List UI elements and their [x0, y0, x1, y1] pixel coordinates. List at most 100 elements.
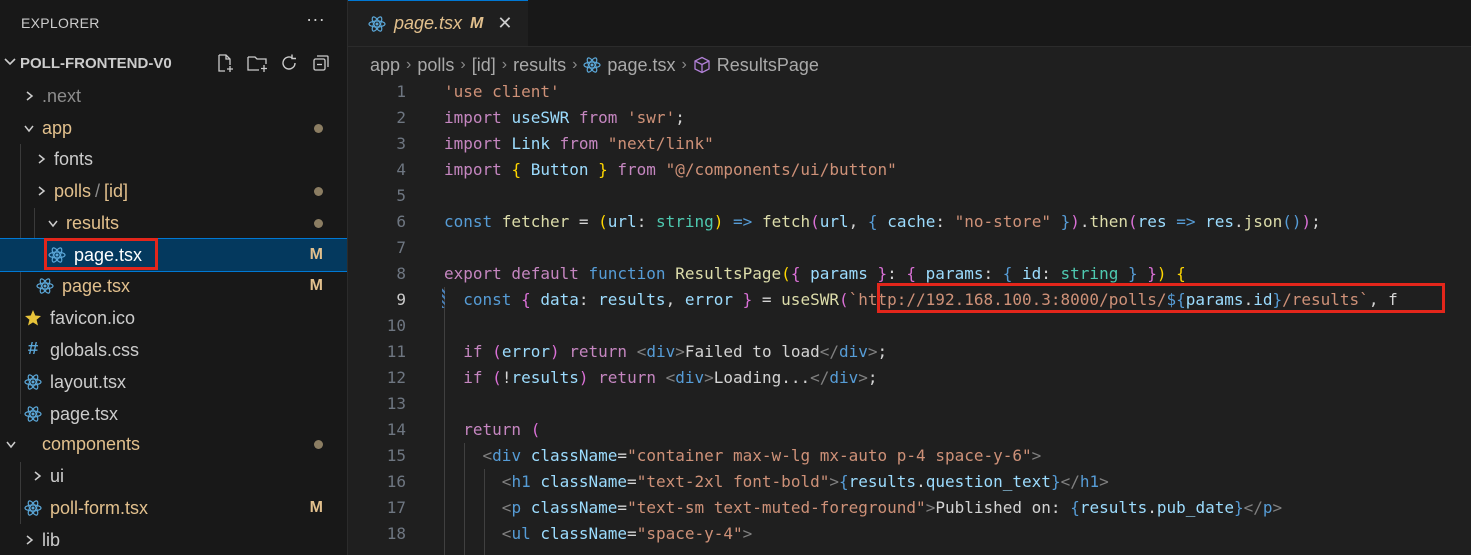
code-token: </: [810, 368, 830, 387]
code-line[interactable]: 10: [348, 313, 1471, 339]
chevron-right-icon: ›: [460, 56, 466, 73]
tree-item-poll-form[interactable]: poll-form.tsx M: [0, 492, 347, 524]
code-line[interactable]: 11 if (error) return <div>Failed to load…: [348, 339, 1471, 365]
code-line[interactable]: 3 import Link from "next/link": [348, 131, 1471, 157]
line-number: 6: [396, 212, 406, 231]
breadcrumb-item[interactable]: app: [370, 55, 400, 76]
code-line[interactable]: 13: [348, 391, 1471, 417]
close-icon[interactable]: ✕: [497, 13, 512, 34]
code-token: ): [1156, 264, 1167, 283]
code-token: ;: [877, 342, 888, 361]
code-token: const: [444, 212, 502, 231]
tree-item-components[interactable]: components: [0, 428, 347, 460]
tree-item-app-page[interactable]: page.tsx: [0, 398, 347, 430]
code-line[interactable]: 9 const { data: results, error } = useSW…: [348, 287, 1471, 313]
code-token: (): [1282, 212, 1302, 231]
chevron-right-icon: ›: [572, 56, 578, 73]
code-token: >: [858, 368, 868, 387]
code-token: div: [492, 446, 522, 465]
chevron-right-icon: ›: [501, 56, 508, 73]
code-token: >: [675, 342, 685, 361]
refresh-icon[interactable]: [279, 53, 299, 73]
code-token: div: [829, 368, 859, 387]
modified-badge: M: [309, 499, 323, 516]
code-token: className: [530, 498, 618, 517]
code-token: results: [1079, 498, 1148, 517]
code-line[interactable]: 1 'use client': [348, 79, 1471, 105]
chevron-right-icon: ›: [406, 56, 412, 73]
breadcrumb-item[interactable]: ResultsPage: [717, 55, 819, 76]
code-token: {: [1002, 264, 1022, 283]
tree-item-polls-page[interactable]: page.tsx M: [0, 270, 347, 302]
new-file-icon[interactable]: [215, 53, 235, 73]
tree-item-fonts[interactable]: fonts: [0, 143, 347, 175]
breadcrumb-item[interactable]: polls: [417, 55, 454, 76]
tree-item-globals-css[interactable]: # globals.css: [0, 334, 347, 366]
code-token: =: [627, 524, 637, 543]
code-token: ): [1301, 212, 1312, 231]
code-token: :: [935, 212, 955, 231]
code-line[interactable]: 4 import { Button } from "@/components/ui…: [348, 157, 1471, 183]
chevron-right-icon: ›: [681, 56, 687, 73]
breadcrumb-item[interactable]: page.tsx: [607, 55, 675, 76]
code-token: </: [819, 342, 839, 361]
tree-item-results-page[interactable]: page.tsx M: [0, 238, 347, 272]
code-token: }: [1137, 264, 1157, 283]
code-token: Published on:: [935, 498, 1071, 517]
code-line[interactable]: 2 import useSWR from 'swr';: [348, 105, 1471, 131]
code-line[interactable]: 7: [348, 235, 1471, 261]
code-token: , f: [1368, 290, 1398, 309]
more-actions-icon[interactable]: ···: [306, 9, 325, 30]
tree-item-label: results: [66, 212, 120, 233]
chevron-right-icon: [26, 470, 48, 482]
code-indent-guide: [464, 443, 465, 555]
chevron-down-icon: [42, 217, 64, 229]
code-token: res: [1205, 212, 1235, 231]
code-line[interactable]: 12 if (!results) return <div>Loading...<…: [348, 365, 1471, 391]
code-token: cache: [887, 212, 936, 231]
code-token: div: [675, 368, 705, 387]
code-line[interactable]: 18 <ul className="space-y-4">: [348, 521, 1471, 547]
explorer-header: EXPLORER ···: [0, 0, 347, 46]
breadcrumb-item[interactable]: results: [513, 55, 566, 76]
code-token: Button: [530, 160, 589, 179]
line-number: 14: [386, 420, 406, 439]
code-token: }: [867, 264, 888, 283]
breadcrumb-item[interactable]: [id]: [472, 55, 496, 76]
code-token: const: [463, 290, 522, 309]
tree-item-polls-id[interactable]: polls / [id]: [0, 175, 347, 207]
code-line[interactable]: 17 <p className="text-sm text-muted-fore…: [348, 495, 1471, 521]
code-line[interactable]: 15 <div className="container max-w-lg mx…: [348, 443, 1471, 469]
tree-item-app[interactable]: app: [0, 112, 347, 144]
tree-item-layout[interactable]: layout.tsx: [0, 366, 347, 398]
tree-item-label: page.tsx: [74, 244, 143, 265]
tree-item-label: ui: [50, 465, 65, 486]
code-token: then: [1089, 212, 1129, 231]
tree-item-lib[interactable]: lib: [0, 524, 347, 555]
code-token: "no-store": [954, 212, 1051, 231]
chevron-right-icon: [18, 90, 40, 102]
code-line[interactable]: 14 return (: [348, 417, 1471, 443]
project-root[interactable]: POLL-FRONTEND-V0: [0, 46, 347, 80]
code-token: {: [521, 290, 541, 309]
react-icon: [583, 56, 602, 74]
tree-item-ui[interactable]: ui: [0, 460, 347, 492]
tab-page-tsx[interactable]: page.tsx M ✕: [348, 0, 528, 46]
collapse-all-icon[interactable]: [311, 53, 331, 73]
code-line[interactable]: 16 <h1 className="text-2xl font-bold">{r…: [348, 469, 1471, 495]
code-text: import useSWR from 'swr';: [444, 105, 685, 131]
code-line[interactable]: 5: [348, 183, 1471, 209]
line-number: 9: [396, 290, 406, 309]
new-folder-icon[interactable]: [247, 53, 267, 73]
code-line[interactable]: 6 const fetcher = (url: string) => fetch(…: [348, 209, 1471, 235]
code-token: from: [607, 160, 666, 179]
tree-item-next[interactable]: .next: [0, 80, 347, 112]
code-token: (: [1128, 212, 1138, 231]
tree-item-favicon[interactable]: favicon.ico: [0, 302, 347, 334]
tree-item-results[interactable]: results: [0, 207, 347, 239]
code-line[interactable]: 8 export default function ResultsPage({ p…: [348, 261, 1471, 287]
